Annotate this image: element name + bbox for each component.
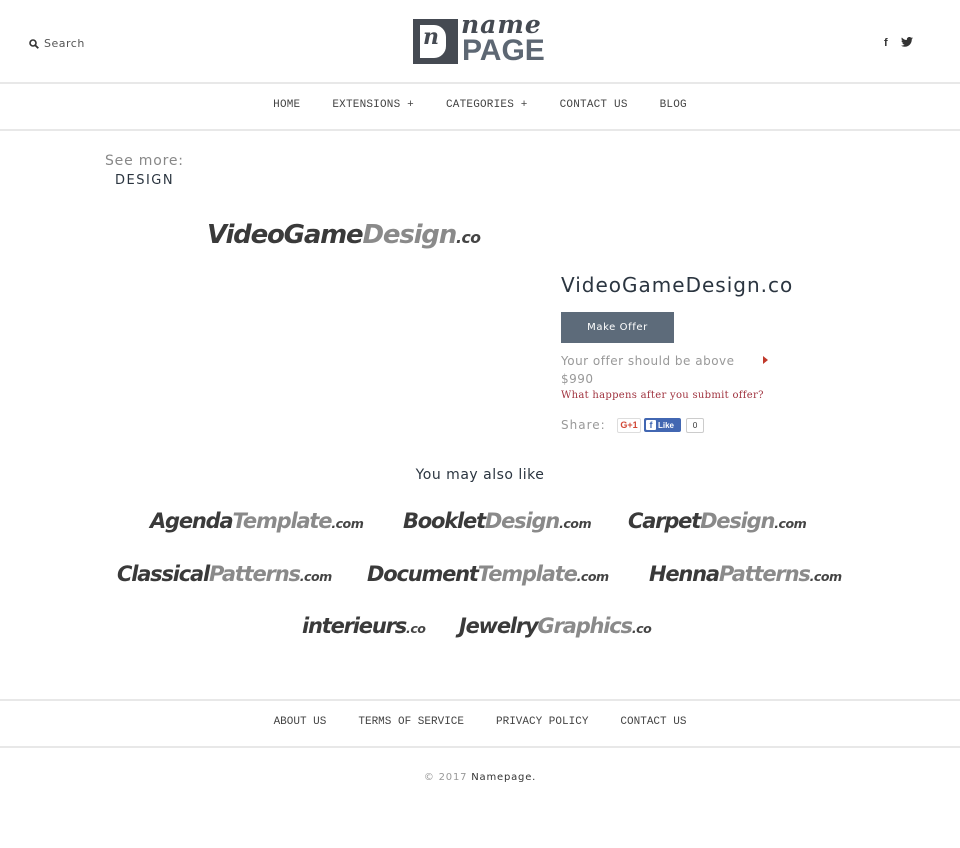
facebook-icon[interactable]: f [884,37,888,49]
twitter-icon[interactable] [901,36,913,50]
related-domain[interactable]: ClassicalPatterns.com [117,562,332,586]
brand-link[interactable]: Namepage. [471,772,536,783]
domain-logo-image: VideoGameDesign.co [207,220,481,250]
related-domain[interactable]: BookletDesign.com [403,509,592,533]
nav-categories[interactable]: CATEGORIES + [430,99,544,111]
footer-about-us[interactable]: ABOUT US [258,716,343,728]
nav-extensions[interactable]: EXTENSIONS + [316,99,430,111]
nav-home[interactable]: HOME [257,99,316,111]
share-label: Share: [561,418,606,432]
see-more-label: See more: [105,153,184,169]
footer-privacy-policy[interactable]: PRIVACY POLICY [480,716,604,728]
google-plus-button[interactable]: G+1 [617,418,641,433]
related-domain[interactable]: CarpetDesign.com [628,509,807,533]
footer-contact-us[interactable]: CONTACT US [604,716,702,728]
domain-title: VideoGameDesign.co [561,273,794,297]
search-label: Search [44,37,85,50]
related-domain[interactable]: JewelryGraphics.co [459,614,652,638]
category-link-design[interactable]: DESIGN [115,173,174,188]
related-domain[interactable]: interieurs.co [302,614,426,638]
footer-top-divider [0,699,960,701]
copyright: © 2017 Namepage. [0,772,960,783]
site-logo[interactable]: n name PAGE [413,10,549,67]
offer-minimum-note: Your offer should be above $990 [561,354,735,386]
facebook-like-label: Like [658,420,675,430]
what-happens-link[interactable]: What happens after you submit offer? [561,390,764,401]
facebook-icon: f [646,420,656,430]
footer-nav: ABOUT US TERMS OF SERVICE PRIVACY POLICY… [0,716,960,728]
related-domain[interactable]: HennaPatterns.com [649,562,842,586]
logo-mark: n [413,19,458,64]
related-domain[interactable]: AgendaTemplate.com [150,509,364,533]
copyright-year: © 2017 [423,772,468,783]
nav-contact-us[interactable]: CONTACT US [544,99,644,111]
caret-right-icon[interactable] [763,356,768,364]
footer-terms-of-service[interactable]: TERMS OF SERVICE [342,716,480,728]
header-divider [0,82,960,84]
nav-blog[interactable]: BLOG [644,99,703,111]
related-title: You may also like [415,467,545,483]
search-button[interactable]: Search [29,37,85,50]
nav-divider [0,129,960,131]
facebook-like-button[interactable]: f Like [644,418,681,432]
search-icon [29,38,39,49]
make-offer-button[interactable]: Make Offer [561,312,674,343]
logo-text-page: PAGE [462,34,545,67]
related-domain[interactable]: DocumentTemplate.com [367,562,609,586]
facebook-like-count: 0 [686,418,704,433]
main-nav: HOME EXTENSIONS + CATEGORIES + CONTACT U… [0,99,960,111]
footer-bottom-divider [0,746,960,748]
